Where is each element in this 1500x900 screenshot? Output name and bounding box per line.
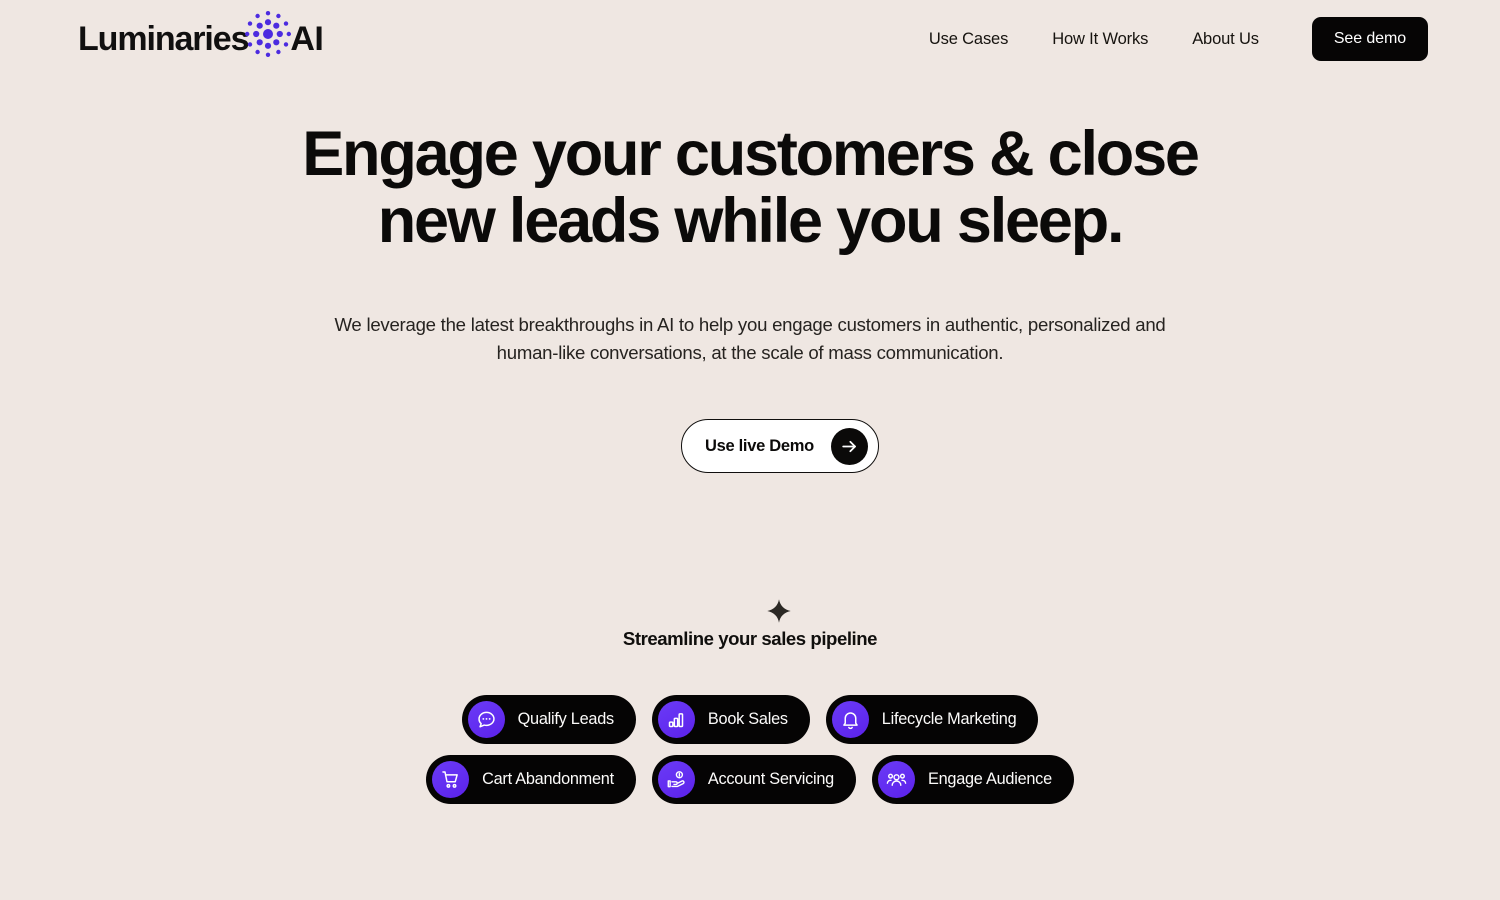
hero-subheadline: We leverage the latest breakthroughs in … <box>334 314 1166 363</box>
brand-suffix: AI <box>290 20 324 58</box>
pill-cart-abandonment[interactable]: Cart Abandonment <box>426 755 636 804</box>
pill-book-sales[interactable]: Book Sales <box>651 695 810 744</box>
nav-link-use-cases[interactable]: Use Cases <box>907 30 1030 49</box>
bell-icon <box>831 701 869 738</box>
pill-lifecycle-marketing[interactable]: Lifecycle Marketing <box>825 695 1039 744</box>
nav-link-about-us[interactable]: About Us <box>1170 30 1281 49</box>
shopping-cart-icon <box>432 761 470 798</box>
pill-label: Account Servicing <box>707 770 834 788</box>
see-demo-button[interactable]: See demo <box>1311 17 1428 61</box>
use-live-demo-button[interactable]: Use live Demo <box>681 419 879 473</box>
use-live-demo-label: Use live Demo <box>705 436 814 455</box>
pipeline-pill-row-1: Qualify Leads Book Sales Lifecycle Marke… <box>0 695 1500 744</box>
main-navigation: Use Cases How It Works About Us See demo <box>907 17 1428 61</box>
pill-qualify-leads[interactable]: Qualify Leads <box>461 695 636 744</box>
pill-label: Cart Abandonment <box>482 770 614 788</box>
chat-bubble-icon <box>467 701 505 738</box>
arrow-right-icon <box>830 427 868 465</box>
hand-coin-icon <box>657 761 695 798</box>
bar-chart-icon <box>657 701 695 738</box>
site-header: Luminaries AI Use Cases How It Works Abo… <box>0 0 1500 78</box>
radial-dot-cluster-icon <box>242 8 294 60</box>
pill-engage-audience[interactable]: Engage Audience <box>871 755 1074 804</box>
pill-label: Qualify Leads <box>517 710 615 728</box>
pipeline-title: Streamline your sales pipeline <box>622 628 878 649</box>
pipeline-pill-row-2: Cart Abandonment Account Servicing Engag… <box>0 755 1500 804</box>
nav-link-how-it-works[interactable]: How It Works <box>1030 30 1170 49</box>
hero-headline: Engage your customers & close new leads … <box>302 119 1200 257</box>
pill-label: Lifecycle Marketing <box>881 710 1017 728</box>
brand-name: Luminaries <box>78 20 249 58</box>
users-group-icon <box>877 761 915 798</box>
sparkle-icon <box>766 598 792 624</box>
pill-label: Book Sales <box>707 710 788 728</box>
pill-account-servicing[interactable]: Account Servicing <box>651 755 856 804</box>
brand-logo[interactable]: Luminaries AI <box>78 8 324 70</box>
pill-label: Engage Audience <box>927 770 1052 788</box>
